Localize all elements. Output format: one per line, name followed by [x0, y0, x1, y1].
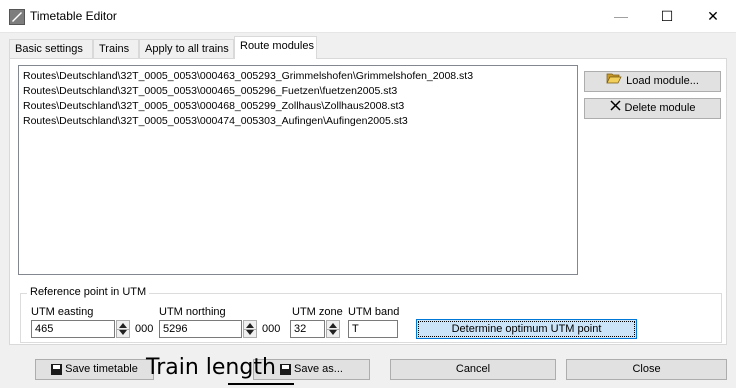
- utm-easting-spinner[interactable]: [116, 320, 130, 338]
- window-title: Timetable Editor: [30, 9, 117, 23]
- list-item[interactable]: Routes\Deutschland\32T_0005_0053\000468_…: [23, 99, 577, 114]
- tab-basic-settings[interactable]: Basic settings: [9, 39, 93, 58]
- load-module-button[interactable]: Load module...: [584, 71, 721, 92]
- utm-easting-label: UTM easting: [31, 306, 94, 318]
- tab-route-modules[interactable]: Route modules: [234, 36, 317, 59]
- utm-band-input[interactable]: T: [348, 320, 398, 338]
- delete-module-label: Delete module: [624, 102, 696, 114]
- close-window-button[interactable]: ✕: [690, 0, 736, 32]
- folder-open-icon: [606, 72, 622, 91]
- utm-easting-suffix: 000: [135, 323, 154, 335]
- utm-zone-label: UTM zone: [292, 306, 343, 318]
- overlay-underline: [228, 383, 294, 385]
- list-item[interactable]: Routes\Deutschland\32T_0005_0053\000463_…: [23, 69, 577, 84]
- module-list[interactable]: Routes\Deutschland\32T_0005_0053\000463_…: [18, 65, 578, 275]
- save-as-button[interactable]: Save as...: [253, 359, 370, 380]
- list-item[interactable]: Routes\Deutschland\32T_0005_0053\000465_…: [23, 84, 577, 99]
- utm-group-title: Reference point in UTM: [27, 286, 150, 298]
- floppy-disk-icon: [51, 364, 63, 375]
- cancel-button[interactable]: Cancel: [390, 359, 556, 380]
- utm-northing-label: UTM northing: [159, 306, 226, 318]
- utm-zone-spinner[interactable]: [326, 320, 340, 338]
- save-as-label: Save as...: [294, 363, 343, 375]
- save-timetable-label: Save timetable: [65, 363, 138, 375]
- maximize-button[interactable]: ☐: [644, 0, 690, 32]
- tab-trains[interactable]: Trains: [93, 39, 139, 58]
- utm-easting-input[interactable]: 465: [31, 320, 115, 338]
- floppy-disk-icon: [280, 364, 292, 375]
- load-module-label: Load module...: [626, 75, 699, 87]
- save-timetable-button[interactable]: Save timetable: [35, 359, 154, 380]
- determine-utm-button[interactable]: Determine optimum UTM point: [416, 319, 637, 339]
- x-icon: [610, 99, 621, 118]
- utm-zone-input[interactable]: 32: [290, 320, 325, 338]
- list-item[interactable]: Routes\Deutschland\32T_0005_0053\000474_…: [23, 114, 577, 129]
- minimize-button[interactable]: —: [598, 0, 644, 32]
- title-bar: Timetable Editor — ☐ ✕: [0, 0, 736, 33]
- utm-northing-spinner[interactable]: [243, 320, 257, 338]
- close-button[interactable]: Close: [566, 359, 727, 380]
- utm-northing-suffix: 000: [262, 323, 281, 335]
- utm-band-label: UTM band: [348, 306, 400, 318]
- delete-module-button[interactable]: Delete module: [584, 98, 721, 119]
- timetable-editor-icon: [9, 9, 25, 25]
- tab-apply-to-all-trains[interactable]: Apply to all trains: [139, 39, 234, 58]
- utm-northing-input[interactable]: 5296: [159, 320, 242, 338]
